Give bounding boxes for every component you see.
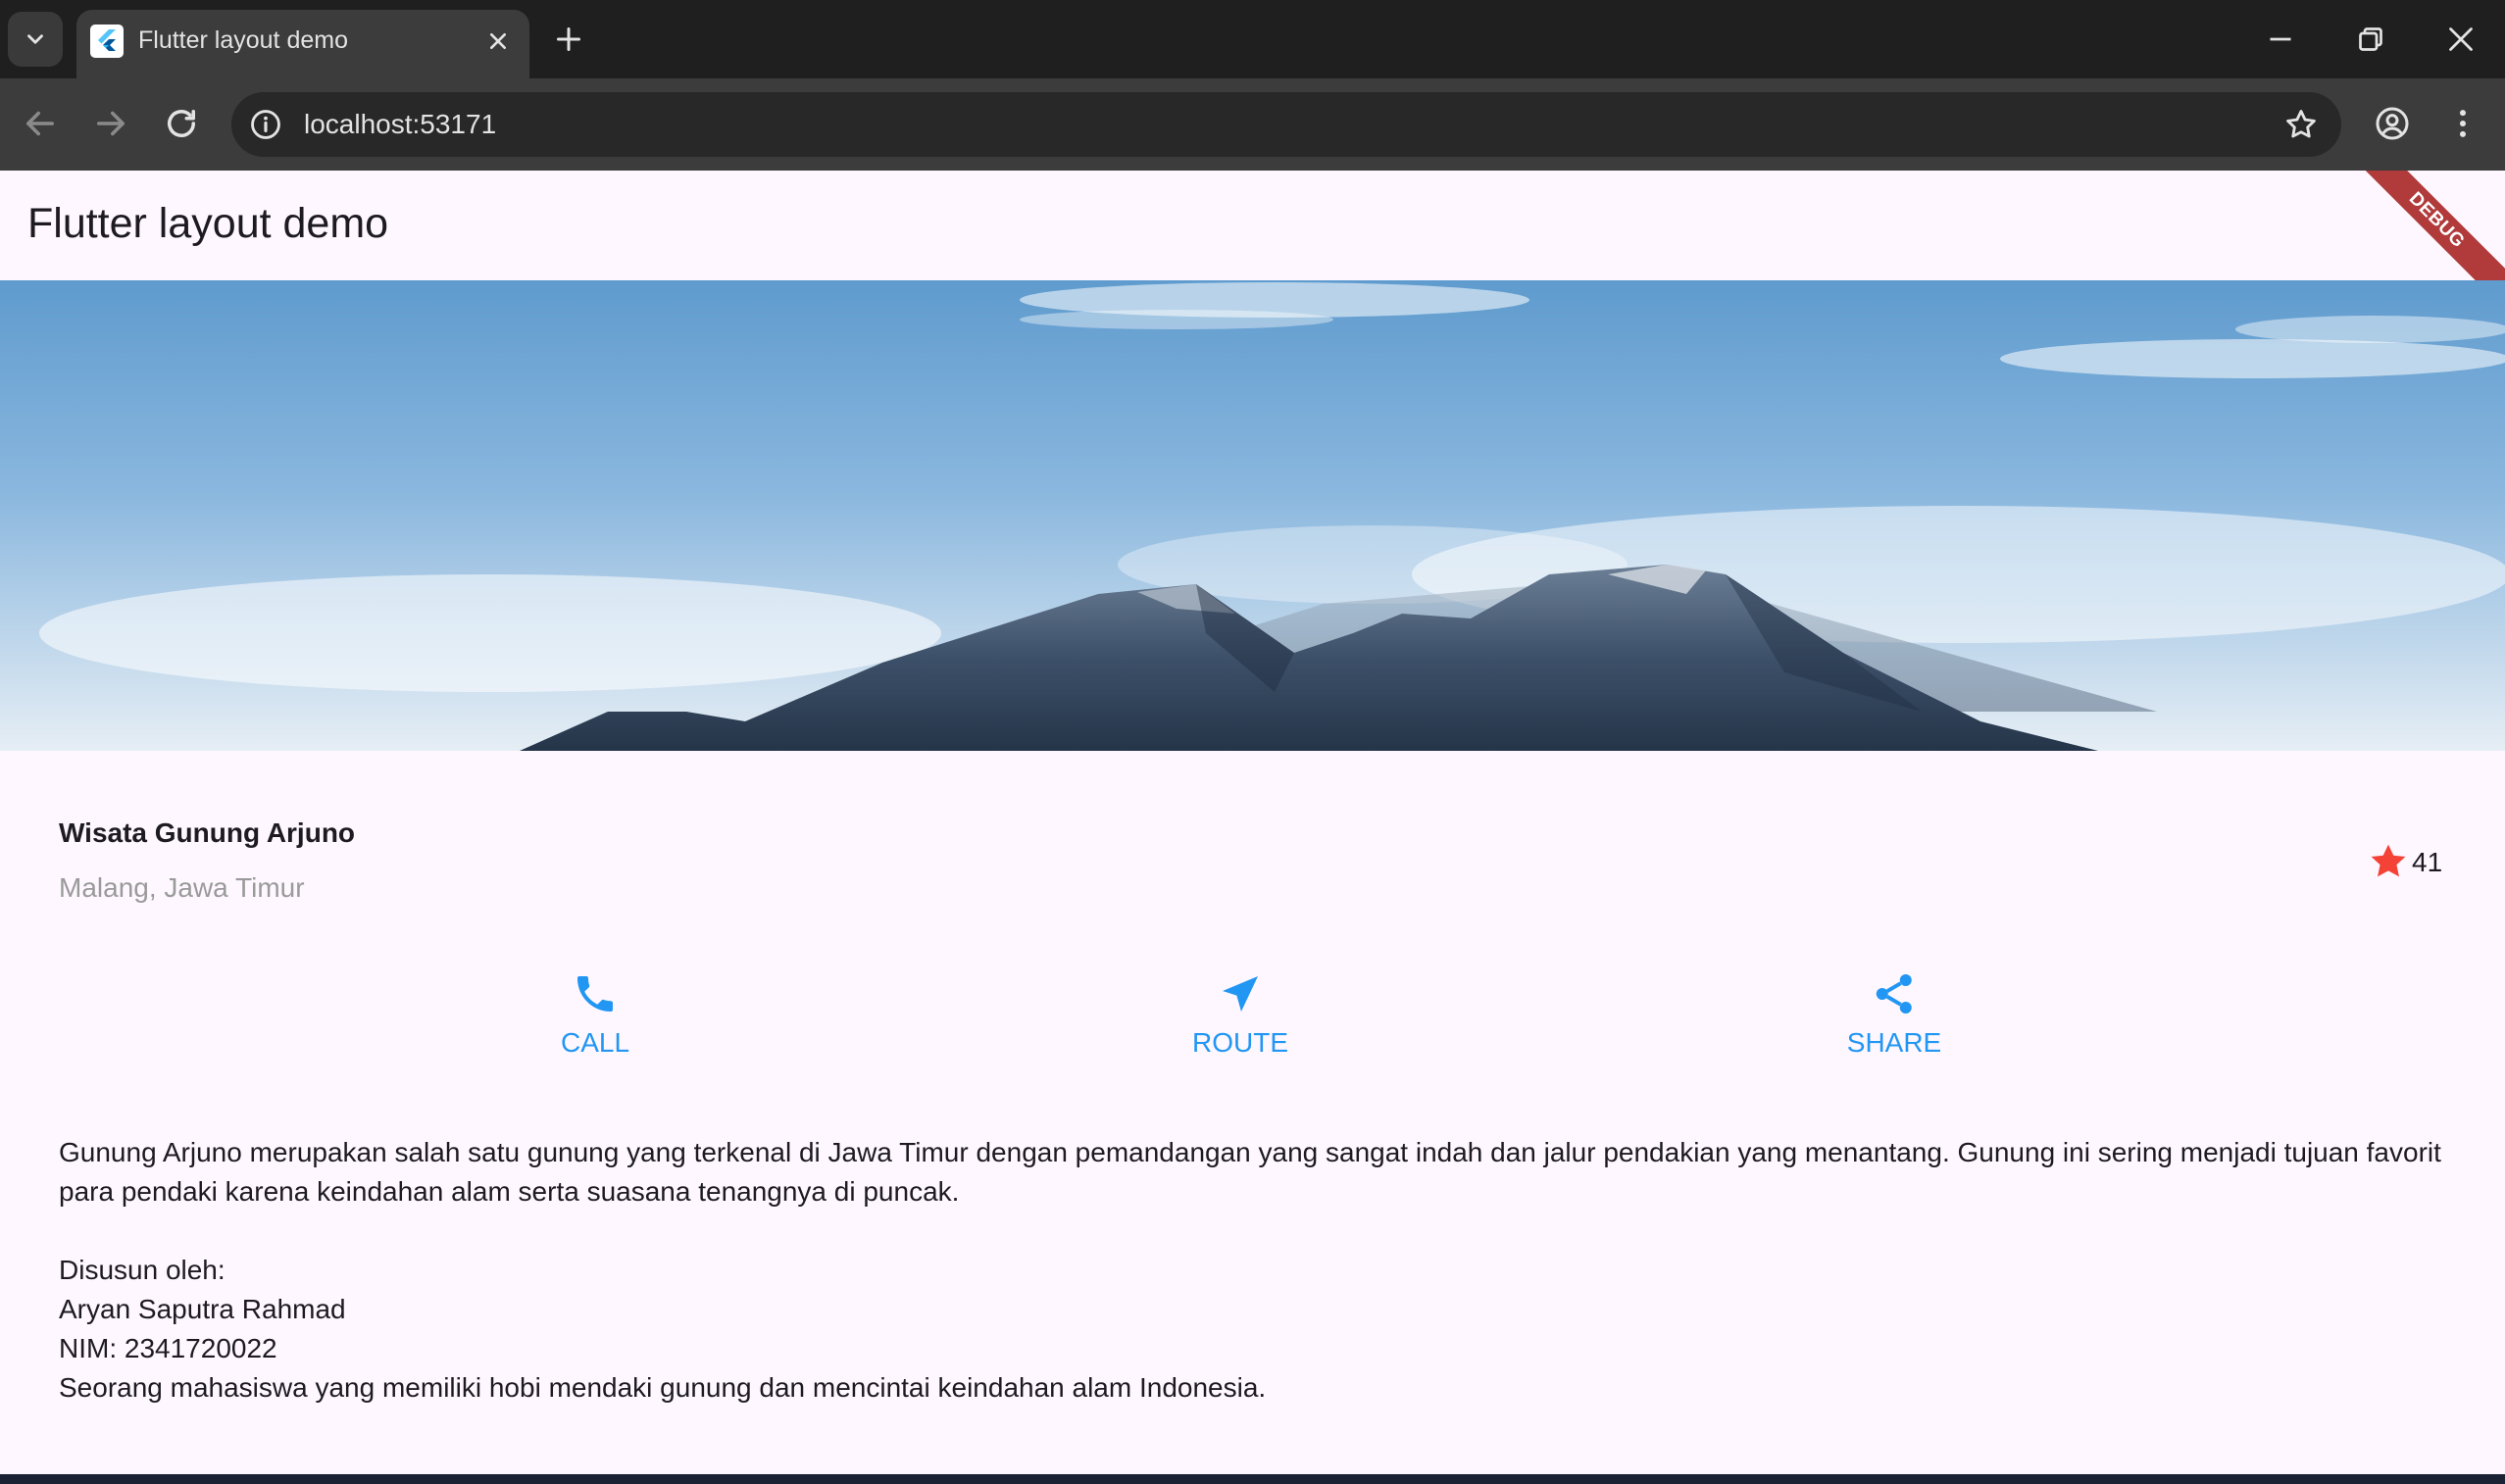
hero-mountain-image [0,280,2505,751]
star-icon [2371,844,2406,877]
navigation-icon [1223,976,1258,1012]
flutter-logo-icon [90,25,124,58]
place-name: Wisata Gunung Arjuno [59,817,356,848]
browser-tabstrip: Flutter layout demo [0,0,2505,78]
bookmark-star-icon[interactable] [2282,106,2320,143]
author-heading: Disusun oleh: [59,1255,225,1285]
description-text: Gunung Arjuno merupakan salah satu gunun… [59,1133,2451,1408]
app-title: Flutter layout demo [27,200,389,247]
minimize-icon[interactable] [2263,22,2298,57]
url-text[interactable]: localhost:53171 [304,109,496,140]
tab-search-button[interactable] [8,12,63,67]
forward-arrow-icon[interactable] [90,103,131,144]
flutter-app-page: Flutter layout demo DEBUG Wisata Gunung … [0,171,2505,1474]
app-bar: Flutter layout demo [0,171,2505,280]
share-icon [1877,974,1912,1014]
author-name: Aryan Saputra Rahmad [59,1294,346,1324]
route-button[interactable]: ROUTE [1192,970,1288,1059]
back-arrow-icon[interactable] [20,103,61,144]
site-info-icon[interactable] [247,106,284,143]
description-paragraph: Gunung Arjuno merupakan salah satu gunun… [59,1137,2441,1207]
reload-icon[interactable] [161,103,202,144]
close-icon[interactable] [482,25,514,57]
route-label: ROUTE [1192,1027,1288,1058]
call-label: CALL [560,1027,630,1058]
browser-tab-active[interactable]: Flutter layout demo [76,10,529,78]
restore-icon[interactable] [2353,22,2388,57]
new-tab-icon[interactable] [551,22,586,57]
tab-title: Flutter layout demo [138,26,348,54]
author-nim: NIM: 2341720022 [59,1333,277,1363]
address-bar[interactable]: localhost:53171 [231,92,2341,157]
browser-toolbar: localhost:53171 [0,78,2505,171]
chevron-down-icon [27,34,43,44]
profile-icon[interactable] [2373,104,2412,143]
place-location: Malang, Jawa Timur [59,872,305,903]
author-bio: Seorang mahasiswa yang memiliki hobi men… [59,1372,1267,1403]
taskbar-edge [0,1474,2505,1484]
share-label: SHARE [1846,1027,1942,1058]
phone-icon [576,976,613,1012]
rating-count: 41 [2412,847,2443,877]
call-button[interactable]: CALL [561,970,629,1059]
more-menu-icon[interactable] [2443,104,2482,143]
window-close-icon[interactable] [2443,22,2479,57]
share-button[interactable]: SHARE [1847,970,1941,1059]
